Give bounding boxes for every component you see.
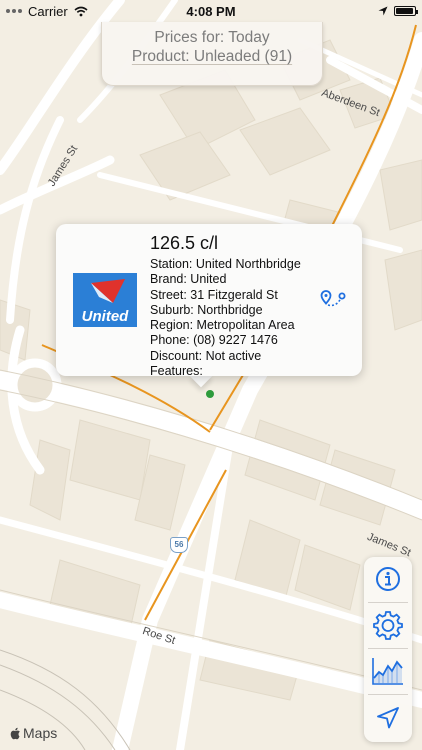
settings-button[interactable]: [364, 603, 412, 647]
directions-button[interactable]: [319, 288, 349, 312]
station-discount: Discount: Not active: [150, 348, 262, 363]
station-name: Station: United Northbridge: [150, 257, 301, 271]
route-shield: 56: [170, 537, 188, 553]
station-marker[interactable]: [206, 390, 214, 398]
station-region: Region: Metropolitan Area: [150, 318, 295, 333]
maps-credit-label: Maps: [23, 725, 58, 741]
location-arrow-icon: [377, 707, 399, 729]
info-button[interactable]: [364, 557, 412, 601]
current-location-button[interactable]: [364, 696, 412, 740]
station-price: 126.5 c/l: [150, 233, 219, 253]
station-callout[interactable]: United 126.5 c/l Station: United Northbr…: [56, 224, 362, 379]
apple-logo-icon: [10, 727, 20, 739]
station-street: Street: 31 Fitzgerald St: [150, 287, 278, 302]
info-icon: [376, 567, 400, 591]
station-details: 126.5 c/l Station: United Northbridge Br…: [150, 232, 320, 379]
maps-credit: Maps: [10, 725, 57, 741]
status-bar: Carrier 4:08 PM: [0, 0, 422, 22]
directions-route-icon: [320, 290, 346, 307]
product-label[interactable]: Product: Unleaded (91): [102, 47, 322, 66]
map-toolbar: [364, 557, 412, 742]
prices-header[interactable]: Prices for: Today Product: Unleaded (91): [101, 22, 323, 86]
station-suburb: Suburb: Northbridge: [150, 302, 263, 317]
station-phone: Phone: (08) 9227 1476: [150, 333, 278, 348]
location-services-icon: [378, 6, 388, 16]
brand-logo-text: United: [81, 308, 129, 325]
price-chart-button[interactable]: [364, 649, 412, 693]
wifi-icon: [74, 6, 88, 16]
prices-for-label[interactable]: Prices for: Today: [102, 28, 322, 47]
gear-icon: [373, 611, 403, 640]
chart-icon: [372, 658, 403, 685]
battery-icon: [394, 6, 418, 16]
brand-logo: United: [73, 273, 137, 327]
signal-icon: [6, 9, 22, 13]
toolbar-divider: [368, 694, 408, 695]
station-features: Features:: [150, 364, 203, 379]
station-brand: Brand: United: [150, 272, 227, 287]
carrier-label: Carrier: [28, 3, 68, 19]
